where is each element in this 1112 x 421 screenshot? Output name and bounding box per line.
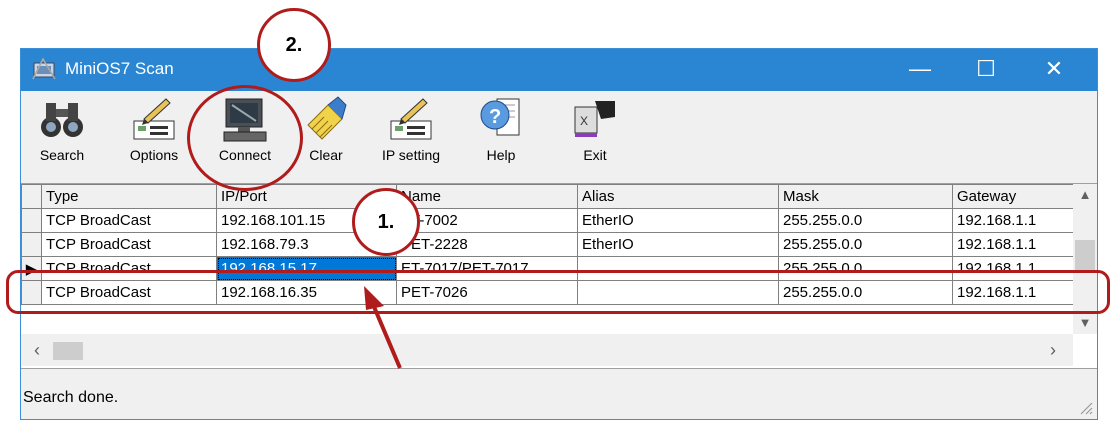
cell-gateway[interactable]: 192.168.1.1 [952,232,1074,257]
broom-clear-icon [307,96,347,140]
cell-alias[interactable]: EtherIO [577,232,779,257]
svg-text:?: ? [489,106,501,128]
horizontal-scrollbar[interactable]: ‹ › [21,334,1073,366]
step-1-callout: 1. [352,188,420,256]
cell-gateway[interactable]: 192.168.1.1 [952,208,1074,233]
table-row[interactable]: TCP BroadCast 192.168.79.3 PET-2228 Ethe… [21,232,1074,257]
step-2-callout: 2. [257,8,331,82]
selected-row-highlight [6,270,1110,314]
options-label: Options [129,147,179,163]
column-header-name[interactable]: Name [396,184,578,209]
ip-setting-label: IP setting [381,147,441,163]
toolbar: Search Options Connect Clear IP setting … [21,91,1097,181]
clear-button[interactable]: Clear [299,95,353,179]
options-pencil-icon [133,98,175,140]
miniOS7-scan-window: MiniOS7 Scan — ☐ ✕ Search Options Connec… [20,48,1098,420]
column-header-type[interactable]: Type [41,184,217,209]
search-button[interactable]: Search [29,95,95,179]
row-indicator[interactable] [21,208,42,233]
status-text: Search done. [23,389,119,406]
scroll-right-icon[interactable]: › [1041,338,1065,362]
scroll-down-icon[interactable]: ▼ [1073,312,1097,334]
resize-grip-icon[interactable] [1077,399,1093,415]
cell-mask[interactable]: 255.255.0.0 [778,232,953,257]
vertical-scroll-thumb[interactable] [1075,240,1095,270]
column-header-mask[interactable]: Mask [778,184,953,209]
row-indicator-header [21,184,42,209]
maximize-button[interactable]: ☐ [957,49,1015,91]
header-row: Type IP/Port Name Alias Mask Gateway [21,184,1074,209]
table-row[interactable]: TCP BroadCast 192.168.101.15 ET-7002 Eth… [21,208,1074,233]
cell-name[interactable]: PET-2228 [396,232,578,257]
cell-type[interactable]: TCP BroadCast [41,232,217,257]
column-header-gateway[interactable]: Gateway [952,184,1074,209]
row-indicator[interactable] [21,232,42,257]
horizontal-scroll-thumb[interactable] [53,342,83,360]
cell-type[interactable]: TCP BroadCast [41,208,217,233]
options-button[interactable]: Options [117,95,191,179]
help-button[interactable]: ? Help [473,95,529,179]
status-bar: Search done. [21,369,1097,419]
cell-name[interactable]: ET-7002 [396,208,578,233]
exit-button[interactable]: X Exit [571,95,619,179]
svg-text:X: X [580,114,588,128]
pointer-arrow-icon [364,286,402,369]
clear-label: Clear [309,147,343,163]
binoculars-icon [41,103,83,137]
window-title: MiniOS7 Scan [65,59,174,78]
app-icon [32,57,56,80]
help-label: Help [486,147,516,163]
minimize-button[interactable]: — [891,49,949,91]
scroll-left-icon[interactable]: ‹ [25,338,49,362]
search-label: Search [39,147,85,163]
cell-alias[interactable]: EtherIO [577,208,779,233]
cell-mask[interactable]: 255.255.0.0 [778,208,953,233]
ip-setting-button[interactable]: IP setting [371,95,451,179]
help-question-icon: ? [480,98,520,136]
exit-label: Exit [583,147,607,163]
close-button[interactable]: ✕ [1025,49,1083,91]
scroll-up-icon[interactable]: ▲ [1073,184,1097,206]
title-bar[interactable]: MiniOS7 Scan — ☐ ✕ [21,49,1097,91]
column-header-alias[interactable]: Alias [577,184,779,209]
exit-door-icon: X [574,101,615,137]
connect-highlight-ring [187,85,303,191]
ip-setting-pencil-icon [390,98,432,140]
